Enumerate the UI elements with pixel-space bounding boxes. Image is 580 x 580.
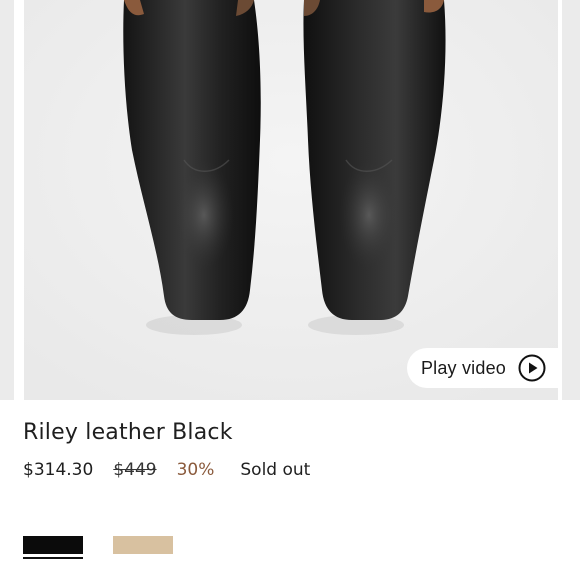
current-price: $314.30 (23, 460, 94, 480)
product-gallery[interactable]: Play video (0, 0, 580, 400)
original-price: $449 (113, 460, 157, 480)
color-swatches (23, 536, 173, 559)
previous-image-edge[interactable] (0, 0, 14, 400)
boots-photo (24, 0, 558, 400)
price-row: $314.30 $449 30% Sold out (23, 460, 310, 480)
discount-badge: 30% (176, 460, 215, 480)
play-circle-icon (518, 354, 546, 382)
stock-status: Sold out (240, 460, 311, 480)
swatch-black[interactable] (23, 536, 83, 559)
product-title: Riley leather Black (23, 420, 233, 445)
next-image-edge[interactable] (562, 0, 580, 400)
play-video-label: Play video (420, 357, 506, 378)
swatch-beige[interactable] (113, 536, 173, 554)
play-video-button[interactable]: Play video (406, 348, 558, 388)
product-image[interactable] (24, 0, 558, 400)
